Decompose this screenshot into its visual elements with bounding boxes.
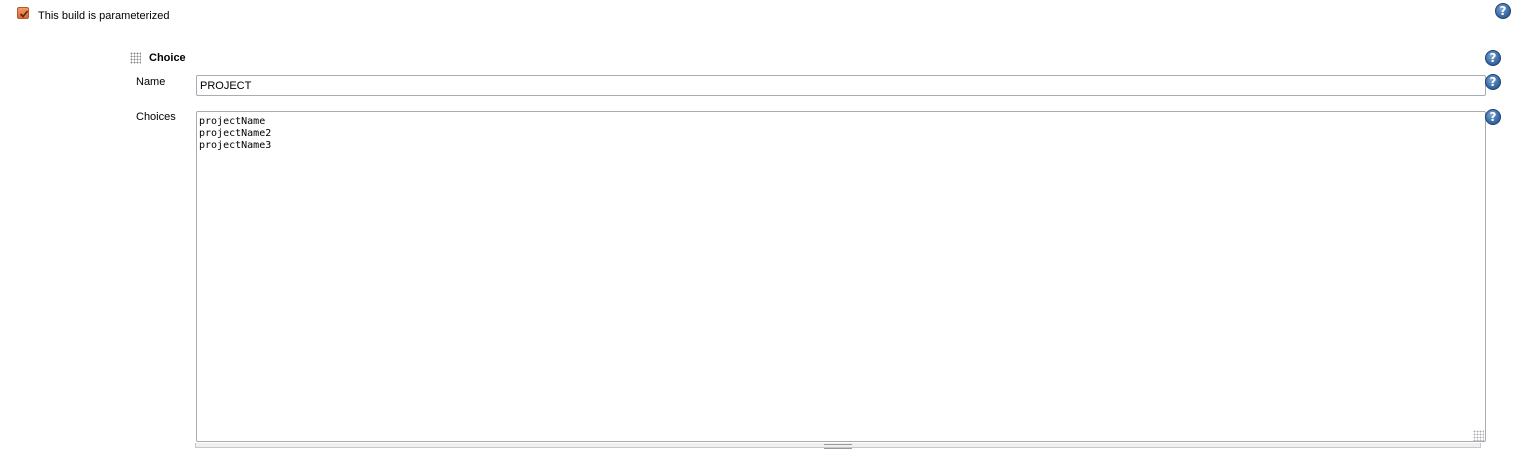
- help-parameterized-icon[interactable]: [1495, 3, 1511, 19]
- choices-label: Choices: [136, 111, 176, 123]
- choice-section-title: Choice: [149, 52, 186, 64]
- help-name-icon[interactable]: [1485, 74, 1501, 90]
- parameterized-label: This build is parameterized: [38, 10, 170, 22]
- name-input[interactable]: [196, 75, 1486, 96]
- choices-textarea[interactable]: [196, 111, 1486, 442]
- help-choices-icon[interactable]: [1485, 109, 1501, 125]
- textarea-resize-grip-icon[interactable]: [1473, 430, 1484, 441]
- drag-handle-icon[interactable]: [130, 52, 141, 64]
- help-choice-icon[interactable]: [1485, 50, 1501, 66]
- name-label: Name: [136, 76, 166, 88]
- resize-bar-grip-icon[interactable]: [824, 444, 852, 449]
- parameterized-checkbox[interactable]: [17, 7, 29, 19]
- checkmark-icon: [19, 10, 29, 18]
